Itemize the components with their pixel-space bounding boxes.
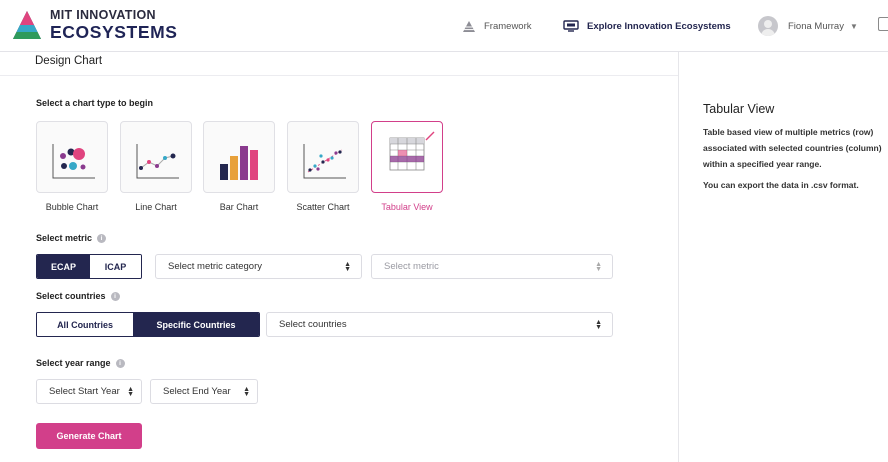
side-panel-description: Table based view of multiple metrics (ro… [703, 127, 882, 169]
title-divider [0, 75, 678, 76]
logo-line1: MIT INNOVATION [50, 8, 156, 22]
toggle-ecap[interactable]: ECAP [37, 255, 90, 278]
metric-type-toggle: ECAP ICAP [36, 254, 142, 279]
select-arrows-icon: ▲ ▼ [595, 261, 602, 273]
bar-chart-icon [220, 146, 258, 180]
chart-option-bubble-label: Bubble Chart [45, 202, 99, 212]
framework-pyramid-icon [463, 20, 475, 32]
chart-option-bar-label: Bar Chart [219, 202, 259, 212]
countries-toggle: All Countries Specific Countries [36, 312, 260, 337]
chart-option-tabular-label: Tabular View [381, 202, 433, 212]
end-year-select[interactable]: Select End Year ▲ ▼ [150, 379, 258, 404]
toggle-icap[interactable]: ICAP [89, 255, 141, 278]
chart-type-heading: Select a chart type to begin [36, 98, 153, 108]
chevron-down-icon: ▼ [849, 21, 858, 31]
countries-placeholder: Select countries [279, 319, 347, 330]
bubble-chart-icon [52, 144, 95, 179]
expand-icon[interactable] [878, 17, 888, 31]
start-year-placeholder: Select Start Year [49, 386, 120, 397]
line-chart-icon [136, 144, 179, 179]
nav-framework-label: Framework [484, 20, 532, 32]
end-year-placeholder: Select End Year [163, 386, 231, 397]
info-icon[interactable]: i [97, 233, 107, 243]
side-panel-note: You can export the data in .csv format. [703, 180, 859, 190]
tabular-view-icon [389, 131, 435, 171]
logo-line2: ECOSYSTEMS [50, 21, 178, 42]
start-year-select[interactable]: Select Start Year ▲ ▼ [36, 379, 142, 404]
scatter-chart-icon [303, 144, 346, 179]
nav-explore-label: Explore Innovation Ecosystems [587, 20, 731, 32]
select-arrows-icon: ▲ ▼ [344, 261, 351, 273]
chart-option-tabular[interactable] [371, 121, 443, 193]
generate-chart-button[interactable]: Generate Chart [36, 423, 142, 449]
metric-heading-text: Select metric [36, 233, 93, 243]
explore-screen-icon [563, 20, 579, 32]
info-icon[interactable]: i [115, 358, 125, 368]
countries-heading: Select countries i [36, 291, 120, 301]
logo-triangle-icon [13, 11, 41, 39]
select-arrows-icon: ▲ ▼ [595, 319, 602, 331]
metric-select[interactable]: Select metric ▲ ▼ [371, 254, 613, 279]
chart-type-heading-text: Select a chart type to begin [36, 98, 154, 108]
metric-heading: Select metric i [36, 233, 107, 243]
brand-logo[interactable]: MIT INNOVATION ECOSYSTEMS [12, 9, 178, 41]
year-range-heading: Select year range i [36, 358, 125, 368]
metric-category-placeholder: Select metric category [168, 261, 262, 272]
chart-option-bubble[interactable] [36, 121, 108, 193]
nav-framework[interactable]: Framework [462, 0, 532, 52]
side-panel-title: Tabular View [703, 102, 775, 116]
avatar [758, 16, 778, 36]
chart-option-line-label: Line Chart [135, 202, 177, 212]
select-arrows-icon: ▲ ▼ [127, 386, 134, 398]
page-title: Design Chart [35, 55, 103, 67]
chart-option-bar[interactable] [203, 121, 275, 193]
nav-explore[interactable]: Explore Innovation Ecosystems [563, 0, 731, 52]
metric-category-select[interactable]: Select metric category ▲ ▼ [155, 254, 362, 279]
countries-select[interactable]: Select countries ▲ ▼ [266, 312, 613, 337]
chart-option-scatter[interactable] [287, 121, 359, 193]
chart-option-line[interactable] [120, 121, 192, 193]
year-range-heading-text: Select year range [36, 358, 111, 368]
info-icon[interactable]: i [110, 291, 120, 301]
toggle-all-countries[interactable]: All Countries [37, 313, 134, 336]
panel-divider [678, 52, 679, 462]
select-arrows-icon: ▲ ▼ [243, 386, 250, 398]
user-name: Fiona Murray [788, 20, 844, 32]
toggle-specific-countries[interactable]: Specific Countries [133, 313, 259, 336]
chart-option-scatter-label: Scatter Chart [296, 202, 350, 212]
user-menu[interactable]: Fiona Murray ▼ [758, 0, 858, 52]
metric-placeholder: Select metric [384, 261, 439, 272]
countries-heading-text: Select countries [36, 291, 106, 301]
top-header: MIT INNOVATION ECOSYSTEMS Framework Expl… [0, 0, 888, 52]
